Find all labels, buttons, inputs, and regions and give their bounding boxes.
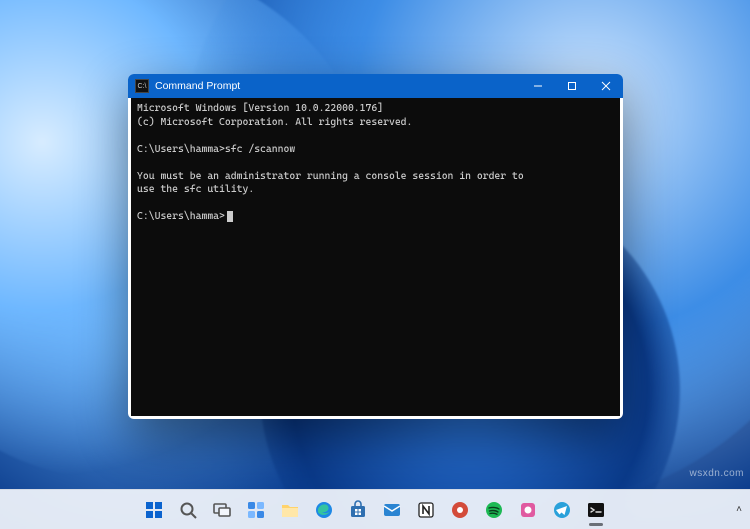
- taskbar-store-icon[interactable]: [344, 496, 372, 524]
- taskbar-task-view-icon[interactable]: [208, 496, 236, 524]
- taskbar-file-explorer-icon[interactable]: [276, 496, 304, 524]
- taskbar-telegram-icon[interactable]: [548, 496, 576, 524]
- taskbar-app-pink-icon[interactable]: [514, 496, 542, 524]
- taskbar-center: [140, 496, 610, 524]
- taskbar-spotify-icon[interactable]: [480, 496, 508, 524]
- terminal-cursor: [227, 211, 233, 222]
- tray-overflow-chevron[interactable]: ˄: [736, 504, 742, 515]
- maximize-button[interactable]: [555, 74, 589, 98]
- desktop: wsxdn.com C:\ Command Prompt Microsoft W…: [0, 0, 750, 529]
- close-button[interactable]: [589, 74, 623, 98]
- window-title: Command Prompt: [155, 80, 521, 92]
- window-controls: [521, 74, 623, 98]
- command-prompt-window[interactable]: C:\ Command Prompt Microsoft Windows [Ve…: [128, 74, 623, 419]
- taskbar-mail-icon[interactable]: [378, 496, 406, 524]
- command-prompt-icon: C:\: [135, 79, 149, 93]
- taskbar-tray[interactable]: ˄: [736, 490, 742, 529]
- title-bar[interactable]: C:\ Command Prompt: [128, 74, 623, 98]
- watermark-text: wsxdn.com: [689, 468, 744, 479]
- minimize-button[interactable]: [521, 74, 555, 98]
- taskbar-edge-icon[interactable]: [310, 496, 338, 524]
- taskbar-app-red-icon[interactable]: [446, 496, 474, 524]
- taskbar: ˄: [0, 489, 750, 529]
- taskbar-widgets-icon[interactable]: [242, 496, 270, 524]
- terminal-output[interactable]: Microsoft Windows [Version 10.0.22000.17…: [131, 98, 620, 416]
- taskbar-start-icon[interactable]: [140, 496, 168, 524]
- taskbar-search-icon[interactable]: [174, 496, 202, 524]
- taskbar-notion-icon[interactable]: [412, 496, 440, 524]
- taskbar-command-prompt-icon[interactable]: [582, 496, 610, 524]
